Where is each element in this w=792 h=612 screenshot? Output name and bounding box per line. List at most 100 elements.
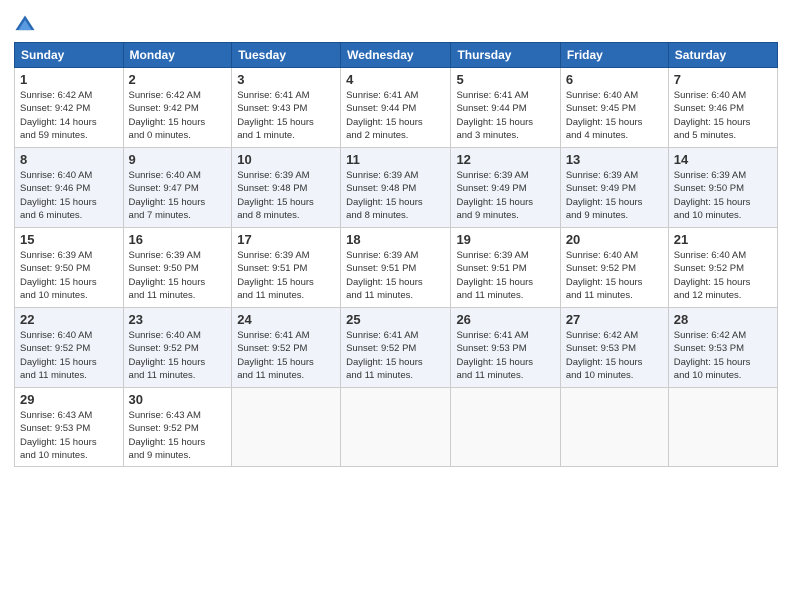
day-info: Sunrise: 6:39 AM Sunset: 9:50 PM Dayligh… — [129, 249, 227, 302]
day-number: 10 — [237, 152, 335, 167]
day-cell: 18Sunrise: 6:39 AM Sunset: 9:51 PM Dayli… — [341, 228, 451, 308]
day-cell: 27Sunrise: 6:42 AM Sunset: 9:53 PM Dayli… — [560, 308, 668, 388]
day-cell: 17 Sunrise: 6:39 AM Sunset: 9:51 PM Dayli… — [232, 228, 341, 308]
day-number: 12 — [456, 152, 554, 167]
day-number: 19 — [456, 232, 554, 247]
day-number: 15 — [20, 232, 118, 247]
day-info: Sunrise: 6:43 AM Sunset: 9:53 PM Dayligh… — [20, 409, 118, 462]
day-cell: 14Sunrise: 6:39 AM Sunset: 9:50 PM Dayli… — [668, 148, 777, 228]
day-info: Sunrise: 6:41 AM Sunset: 9:44 PM Dayligh… — [456, 89, 554, 142]
day-cell: 11 Sunrise: 6:39 AM Sunset: 9:48 PM Dayli… — [341, 148, 451, 228]
calendar-table: SundayMondayTuesdayWednesdayThursdayFrid… — [14, 42, 778, 467]
col-header-saturday: Saturday — [668, 43, 777, 68]
day-number: 28 — [674, 312, 772, 327]
day-cell — [232, 388, 341, 467]
header — [14, 10, 778, 36]
day-number: 21 — [674, 232, 772, 247]
day-number: 4 — [346, 72, 445, 87]
col-header-wednesday: Wednesday — [341, 43, 451, 68]
day-number: 11 — [346, 152, 445, 167]
day-number: 29 — [20, 392, 118, 407]
col-header-monday: Monday — [123, 43, 232, 68]
day-info: Sunrise: 6:39 AM Sunset: 9:48 PM Dayligh… — [346, 169, 445, 222]
day-cell: 15 Sunrise: 6:39 AM Sunset: 9:50 PM Dayli… — [15, 228, 124, 308]
day-cell: 9 Sunrise: 6:40 AM Sunset: 9:47 PM Daylig… — [123, 148, 232, 228]
day-number: 7 — [674, 72, 772, 87]
day-cell: 24 Sunrise: 6:41 AM Sunset: 9:52 PM Dayli… — [232, 308, 341, 388]
day-info: Sunrise: 6:41 AM Sunset: 9:44 PM Dayligh… — [346, 89, 445, 142]
day-info: Sunrise: 6:42 AM Sunset: 9:42 PM Dayligh… — [20, 89, 118, 142]
day-cell — [560, 388, 668, 467]
day-number: 14 — [674, 152, 772, 167]
day-cell — [451, 388, 560, 467]
day-number: 27 — [566, 312, 663, 327]
day-number: 13 — [566, 152, 663, 167]
day-number: 24 — [237, 312, 335, 327]
day-info: Sunrise: 6:43 AM Sunset: 9:52 PM Dayligh… — [129, 409, 227, 462]
day-cell: 1 Sunrise: 6:42 AM Sunset: 9:42 PM Daylig… — [15, 68, 124, 148]
day-info: Sunrise: 6:39 AM Sunset: 9:51 PM Dayligh… — [456, 249, 554, 302]
day-cell — [341, 388, 451, 467]
day-info: Sunrise: 6:39 AM Sunset: 9:51 PM Dayligh… — [346, 249, 445, 302]
week-row-1: 1 Sunrise: 6:42 AM Sunset: 9:42 PM Daylig… — [15, 68, 778, 148]
day-cell: 7 Sunrise: 6:40 AM Sunset: 9:46 PM Daylig… — [668, 68, 777, 148]
day-number: 1 — [20, 72, 118, 87]
day-cell: 2 Sunrise: 6:42 AM Sunset: 9:42 PM Daylig… — [123, 68, 232, 148]
day-info: Sunrise: 6:40 AM Sunset: 9:46 PM Dayligh… — [674, 89, 772, 142]
day-number: 8 — [20, 152, 118, 167]
day-cell: 26 Sunrise: 6:41 AM Sunset: 9:53 PM Dayli… — [451, 308, 560, 388]
day-cell: 25 Sunrise: 6:41 AM Sunset: 9:52 PM Dayli… — [341, 308, 451, 388]
day-info: Sunrise: 6:40 AM Sunset: 9:47 PM Dayligh… — [129, 169, 227, 222]
day-cell: 28 Sunrise: 6:42 AM Sunset: 9:53 PM Dayli… — [668, 308, 777, 388]
col-header-friday: Friday — [560, 43, 668, 68]
day-cell: 13 Sunrise: 6:39 AM Sunset: 9:49 PM Dayli… — [560, 148, 668, 228]
logo-icon — [14, 14, 36, 36]
day-info: Sunrise: 6:39 AM Sunset: 9:51 PM Dayligh… — [237, 249, 335, 302]
day-cell — [668, 388, 777, 467]
day-number: 26 — [456, 312, 554, 327]
day-cell: 8 Sunrise: 6:40 AM Sunset: 9:46 PM Daylig… — [15, 148, 124, 228]
day-cell: 21 Sunrise: 6:40 AM Sunset: 9:52 PM Dayli… — [668, 228, 777, 308]
week-row-3: 15 Sunrise: 6:39 AM Sunset: 9:50 PM Dayli… — [15, 228, 778, 308]
day-cell: 10 Sunrise: 6:39 AM Sunset: 9:48 PM Dayli… — [232, 148, 341, 228]
day-info: Sunrise: 6:40 AM Sunset: 9:52 PM Dayligh… — [566, 249, 663, 302]
day-cell: 12 Sunrise: 6:39 AM Sunset: 9:49 PM Dayli… — [451, 148, 560, 228]
day-info: Sunrise: 6:40 AM Sunset: 9:52 PM Dayligh… — [674, 249, 772, 302]
day-cell: 23 Sunrise: 6:40 AM Sunset: 9:52 PM Dayli… — [123, 308, 232, 388]
day-info: Sunrise: 6:41 AM Sunset: 9:52 PM Dayligh… — [346, 329, 445, 382]
day-number: 16 — [129, 232, 227, 247]
day-number: 22 — [20, 312, 118, 327]
day-number: 6 — [566, 72, 663, 87]
day-info: Sunrise: 6:41 AM Sunset: 9:52 PM Dayligh… — [237, 329, 335, 382]
day-cell: 5Sunrise: 6:41 AM Sunset: 9:44 PM Daylig… — [451, 68, 560, 148]
day-info: Sunrise: 6:39 AM Sunset: 9:49 PM Dayligh… — [456, 169, 554, 222]
day-cell: 3Sunrise: 6:41 AM Sunset: 9:43 PM Daylig… — [232, 68, 341, 148]
day-cell: 19 Sunrise: 6:39 AM Sunset: 9:51 PM Dayli… — [451, 228, 560, 308]
day-cell: 30Sunrise: 6:43 AM Sunset: 9:52 PM Dayli… — [123, 388, 232, 467]
day-info: Sunrise: 6:40 AM Sunset: 9:52 PM Dayligh… — [20, 329, 118, 382]
day-number: 2 — [129, 72, 227, 87]
day-number: 17 — [237, 232, 335, 247]
week-row-2: 8 Sunrise: 6:40 AM Sunset: 9:46 PM Daylig… — [15, 148, 778, 228]
day-number: 3 — [237, 72, 335, 87]
day-cell: 22 Sunrise: 6:40 AM Sunset: 9:52 PM Dayli… — [15, 308, 124, 388]
day-info: Sunrise: 6:40 AM Sunset: 9:46 PM Dayligh… — [20, 169, 118, 222]
logo — [14, 14, 40, 36]
day-number: 20 — [566, 232, 663, 247]
day-info: Sunrise: 6:42 AM Sunset: 9:53 PM Dayligh… — [674, 329, 772, 382]
day-info: Sunrise: 6:39 AM Sunset: 9:48 PM Dayligh… — [237, 169, 335, 222]
day-info: Sunrise: 6:39 AM Sunset: 9:49 PM Dayligh… — [566, 169, 663, 222]
col-header-sunday: Sunday — [15, 43, 124, 68]
day-number: 23 — [129, 312, 227, 327]
day-info: Sunrise: 6:42 AM Sunset: 9:42 PM Dayligh… — [129, 89, 227, 142]
day-cell: 16 Sunrise: 6:39 AM Sunset: 9:50 PM Dayli… — [123, 228, 232, 308]
day-number: 25 — [346, 312, 445, 327]
week-row-5: 29 Sunrise: 6:43 AM Sunset: 9:53 PM Dayli… — [15, 388, 778, 467]
day-cell: 6Sunrise: 6:40 AM Sunset: 9:45 PM Daylig… — [560, 68, 668, 148]
day-info: Sunrise: 6:41 AM Sunset: 9:53 PM Dayligh… — [456, 329, 554, 382]
day-info: Sunrise: 6:39 AM Sunset: 9:50 PM Dayligh… — [20, 249, 118, 302]
day-number: 9 — [129, 152, 227, 167]
week-row-4: 22 Sunrise: 6:40 AM Sunset: 9:52 PM Dayli… — [15, 308, 778, 388]
day-info: Sunrise: 6:40 AM Sunset: 9:52 PM Dayligh… — [129, 329, 227, 382]
col-header-tuesday: Tuesday — [232, 43, 341, 68]
